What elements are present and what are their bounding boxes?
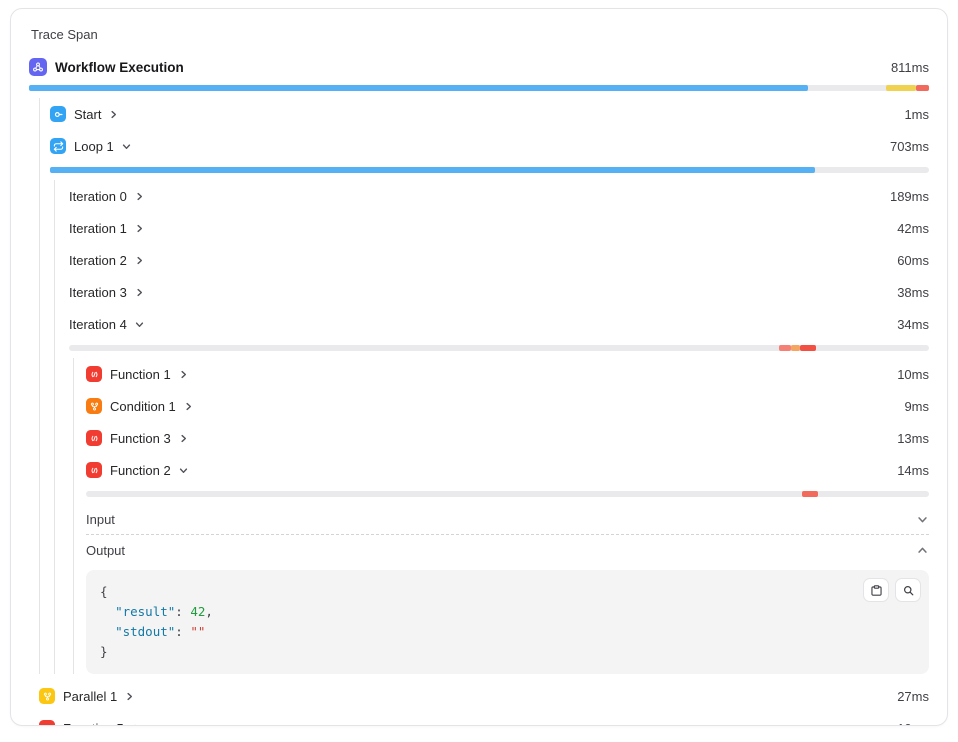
span-label: Start (74, 107, 101, 122)
span-duration: 703ms (890, 139, 929, 154)
chevron-right-icon[interactable] (134, 191, 145, 202)
span-duration: 42ms (897, 221, 929, 236)
span-label: Iteration 0 (69, 189, 127, 204)
function-icon (86, 430, 102, 446)
span-label: Iteration 1 (69, 221, 127, 236)
loop-children: Iteration 0 189ms Iteration 1 42ms Itera… (54, 180, 929, 674)
chevron-right-icon[interactable] (134, 255, 145, 266)
iteration-4-children: Function 1 10ms Condition 1 9ms (73, 358, 929, 674)
copy-icon (870, 584, 883, 597)
span-label: Function 2 (110, 463, 171, 478)
chevron-down-icon[interactable] (178, 465, 189, 476)
span-row-iteration-3[interactable]: Iteration 3 38ms (69, 276, 929, 308)
span-label: Workflow Execution (55, 60, 184, 75)
search-button[interactable] (895, 578, 921, 602)
chevron-down-icon[interactable] (121, 141, 132, 152)
span-duration: 811ms (891, 60, 929, 75)
output-section-label: Output (86, 543, 125, 558)
span-duration: 1ms (904, 107, 929, 122)
workflow-timeline-bar (29, 85, 929, 91)
span-row-function-1[interactable]: Function 1 10ms (86, 358, 929, 390)
chevron-right-icon[interactable] (183, 401, 194, 412)
panel-title: Trace Span (31, 27, 929, 42)
output-section-header[interactable]: Output (86, 535, 929, 566)
span-row-iteration-0[interactable]: Iteration 0 189ms (69, 180, 929, 212)
input-section-header[interactable]: Input (86, 504, 929, 535)
chevron-right-icon[interactable] (178, 369, 189, 380)
function-2-timeline-bar (86, 491, 929, 497)
span-row-iteration-2[interactable]: Iteration 2 60ms (69, 244, 929, 276)
code-actions (863, 578, 921, 602)
function-icon (86, 366, 102, 382)
span-label: Condition 1 (110, 399, 176, 414)
span-row-workflow-execution[interactable]: Workflow Execution 811ms (29, 54, 929, 80)
chevron-right-icon[interactable] (134, 223, 145, 234)
span-duration: 27ms (897, 689, 929, 704)
output-code-block: { "result": 42, "stdout": "" } (86, 570, 929, 674)
trace-span-panel: Trace Span Workflow Execution 811ms Star… (10, 8, 948, 726)
span-duration: 9ms (904, 399, 929, 414)
chevron-right-icon[interactable] (131, 723, 142, 727)
span-row-parallel-1[interactable]: Parallel 1 27ms (39, 680, 929, 712)
span-row-iteration-4[interactable]: Iteration 4 34ms (69, 308, 929, 340)
span-duration: 38ms (897, 285, 929, 300)
workflow-icon (29, 58, 47, 76)
span-duration: 34ms (897, 317, 929, 332)
chevron-down-icon[interactable] (916, 513, 929, 526)
span-row-start[interactable]: Start 1ms (50, 98, 929, 130)
span-label: Iteration 3 (69, 285, 127, 300)
span-row-condition-1[interactable]: Condition 1 9ms (86, 390, 929, 422)
span-row-function-3[interactable]: Function 3 13ms (86, 422, 929, 454)
span-label: Parallel 1 (63, 689, 117, 704)
span-duration: 60ms (897, 253, 929, 268)
span-row-function-5[interactable]: Function 5 10ms (39, 712, 929, 726)
search-icon (902, 584, 915, 597)
span-duration: 10ms (897, 367, 929, 382)
chevron-right-icon[interactable] (124, 691, 135, 702)
start-icon (50, 106, 66, 122)
function-icon (86, 462, 102, 478)
function-icon (39, 720, 55, 726)
chevron-right-icon[interactable] (108, 109, 119, 120)
span-label: Function 1 (110, 367, 171, 382)
chevron-up-icon[interactable] (916, 544, 929, 557)
chevron-down-icon[interactable] (134, 319, 145, 330)
input-section-label: Input (86, 512, 115, 527)
loop-icon (50, 138, 66, 154)
span-duration: 13ms (897, 431, 929, 446)
chevron-right-icon[interactable] (178, 433, 189, 444)
span-label: Iteration 4 (69, 317, 127, 332)
span-row-function-2[interactable]: Function 2 14ms (86, 454, 929, 486)
span-duration: 10ms (897, 721, 929, 727)
span-label: Function 5 (63, 721, 124, 727)
condition-icon (86, 398, 102, 414)
output-json: { "result": 42, "stdout": "" } (100, 582, 915, 662)
span-row-iteration-1[interactable]: Iteration 1 42ms (69, 212, 929, 244)
span-row-loop-1[interactable]: Loop 1 703ms (50, 130, 929, 162)
iteration-4-timeline-bar (69, 345, 929, 351)
chevron-right-icon[interactable] (134, 287, 145, 298)
span-label: Function 3 (110, 431, 171, 446)
parallel-icon (39, 688, 55, 704)
span-duration: 14ms (897, 463, 929, 478)
copy-button[interactable] (863, 578, 889, 602)
loop-timeline-bar (50, 167, 929, 173)
span-duration: 189ms (890, 189, 929, 204)
span-label: Loop 1 (74, 139, 114, 154)
span-label: Iteration 2 (69, 253, 127, 268)
workflow-children: Start 1ms Loop 1 703ms Iteration 0 (39, 98, 929, 674)
